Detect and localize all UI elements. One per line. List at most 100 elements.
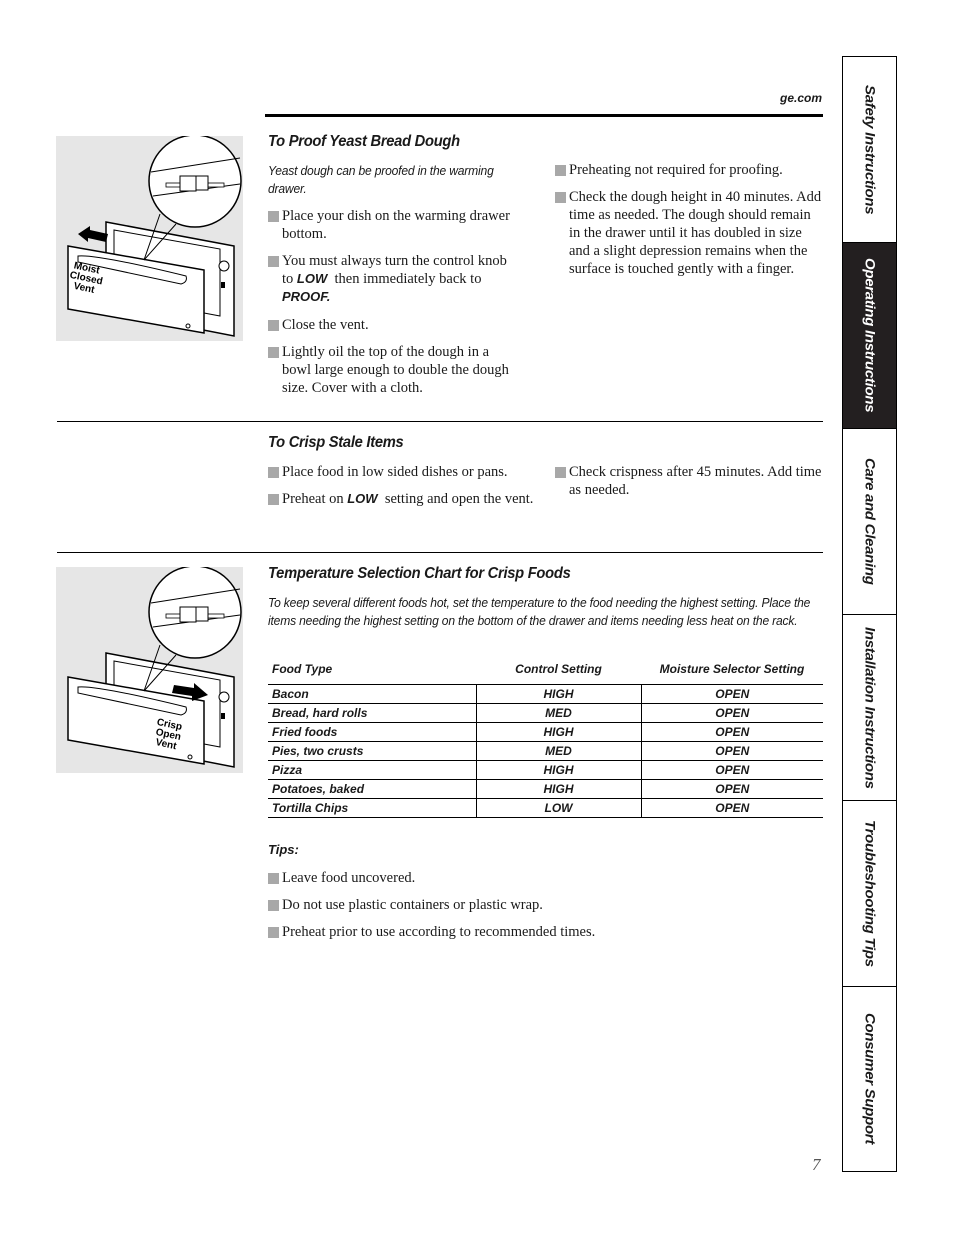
tips-list: Leave food uncovered. Do not use plastic… [268,869,688,950]
table-header-row: Food Type Control Setting Moisture Selec… [268,662,823,685]
bullet-text: Preheat on [282,491,348,507]
side-tab-operating-instructions[interactable]: Operating Instructions [842,242,897,428]
section-intro-chart: To keep several different foods hot, set… [268,595,811,628]
table-row: Potatoes, baked HIGH OPEN [268,779,823,799]
header-rule [265,114,823,117]
moisture-setting-cell: OPEN [641,779,823,799]
bullet-text: setting and open the vent. [377,491,534,507]
bullet-text: Preheat prior to use according to recomm… [282,924,596,940]
bullet-text: Do not use plastic containers or plastic… [282,897,543,913]
bullet-square-icon [268,256,279,267]
list-item: Check crispness after 45 minutes. Add ti… [555,463,823,499]
bullet-square-icon [268,900,279,911]
side-tab-label: Consumer Support [861,1013,878,1145]
column-header-moisture-setting: Moisture Selector Setting [641,662,823,685]
side-tab-care-and-cleaning[interactable]: Care and Cleaning [842,428,897,614]
food-type-cell: Potatoes, baked [268,779,477,799]
list-item: Place food in low sided dishes or pans. [268,463,538,481]
food-type-cell: Fried foods [268,722,477,742]
list-item: Place your dish on the warming drawer bo… [268,207,518,243]
bullet-text: then immediately back to [327,271,486,287]
side-tab-label: Installation Instructions [861,626,878,789]
warming-drawer-closed-vent-icon: Moist Closed Vent [67,134,242,337]
bullet-text: Check crispness after 45 minutes. Add ti… [569,464,822,498]
tips-label: Tips: [268,842,299,857]
setting-low-emphasis: LOW [347,491,378,506]
column-header-control-setting: Control Setting [476,662,641,685]
crisp-right-bullets: Check crispness after 45 minutes. Add ti… [555,463,823,508]
side-tab-label: Safety Instructions [861,84,878,215]
list-item: Check the dough height in 40 minutes. Ad… [555,188,823,278]
bullet-square-icon [555,192,566,203]
food-type-cell: Bacon [268,684,477,704]
control-setting-cell: HIGH [476,779,642,799]
moisture-setting-cell: OPEN [641,760,823,780]
column-header-food-type: Food Type [268,662,476,685]
bullet-text: Check the dough height in 40 minutes. Ad… [569,189,822,277]
proof-left-bullets: Place your dish on the warming drawer bo… [268,207,518,406]
bullet-text: Place your dish on the warming drawer bo… [282,208,510,242]
side-tab-safety-instructions[interactable]: Safety Instructions [842,56,897,242]
section-title-chart: Temperature Selection Chart for Crisp Fo… [268,565,571,582]
table-row: Bacon HIGH OPEN [268,684,823,704]
list-item: Preheat on LOW setting and open the vent… [268,490,538,508]
drawer-illustration-closed-vent: Moist Closed Vent [56,134,243,341]
bullet-square-icon [268,320,279,331]
bullet-square-icon [555,165,566,176]
side-tab-consumer-support[interactable]: Consumer Support [842,986,897,1172]
bullet-square-icon [268,494,279,505]
section-divider [57,421,823,422]
side-tab-label: Troubleshooting Tips [861,820,878,967]
bullet-text: Lightly oil the top of the dough in a bo… [282,344,509,396]
side-tab-installation-instructions[interactable]: Installation Instructions [842,614,897,800]
crisp-left-bullets: Place food in low sided dishes or pans. … [268,463,538,517]
table-row: Tortilla Chips LOW OPEN [268,798,823,818]
bullet-square-icon [268,347,279,358]
warming-drawer-open-vent-icon: Crisp Open Vent [67,565,242,768]
food-type-cell: Pizza [268,760,477,780]
side-tab-label: Operating Instructions [861,258,878,413]
list-item: Lightly oil the top of the dough in a bo… [268,343,518,397]
food-type-cell: Pies, two crusts [268,741,477,761]
setting-proof-emphasis: PROOF. [282,289,331,304]
list-item: Close the vent. [268,316,518,334]
list-item: Preheat prior to use according to recomm… [268,923,688,941]
list-item: You must always turn the control knob to… [268,252,518,306]
side-tab-nav: Safety Instructions Operating Instructio… [842,56,897,1172]
moisture-setting-cell: OPEN [641,684,823,704]
section-divider [57,552,823,553]
side-tab-troubleshooting-tips[interactable]: Troubleshooting Tips [842,800,897,986]
list-item: Leave food uncovered. [268,869,688,887]
proof-right-bullets: Preheating not required for proofing. Ch… [555,161,823,287]
bullet-text: Close the vent. [282,317,369,333]
bullet-text: Place food in low sided dishes or pans. [282,464,508,480]
control-setting-cell: MED [476,741,642,761]
bullet-square-icon [268,211,279,222]
bullet-text: Leave food uncovered. [282,870,416,886]
list-item: Do not use plastic containers or plastic… [268,896,688,914]
list-item: Preheating not required for proofing. [555,161,823,179]
bullet-square-icon [268,927,279,938]
moisture-setting-cell: OPEN [641,722,823,742]
moisture-setting-cell: OPEN [641,798,823,818]
control-setting-cell: HIGH [476,760,642,780]
section-title-crisp: To Crisp Stale Items [268,434,404,451]
moisture-setting-cell: OPEN [641,703,823,723]
control-setting-cell: MED [476,703,642,723]
page-number: 7 [812,1155,821,1174]
header-url[interactable]: ge.com [780,91,822,105]
table-row: Fried foods HIGH OPEN [268,722,823,742]
drawer-illustration-open-vent: Crisp Open Vent [56,565,243,773]
bullet-square-icon [268,873,279,884]
control-setting-cell: HIGH [476,722,642,742]
temperature-selection-table: Food Type Control Setting Moisture Selec… [268,662,823,818]
moisture-setting-cell: OPEN [641,741,823,761]
bullet-square-icon [268,467,279,478]
setting-low-emphasis: LOW [296,271,328,286]
bullet-square-icon [555,467,566,478]
control-setting-cell: HIGH [476,684,642,704]
bullet-text: Preheating not required for proofing. [569,162,783,178]
control-setting-cell: LOW [476,798,642,818]
food-type-cell: Tortilla Chips [268,798,477,818]
food-type-cell: Bread, hard rolls [268,703,477,723]
